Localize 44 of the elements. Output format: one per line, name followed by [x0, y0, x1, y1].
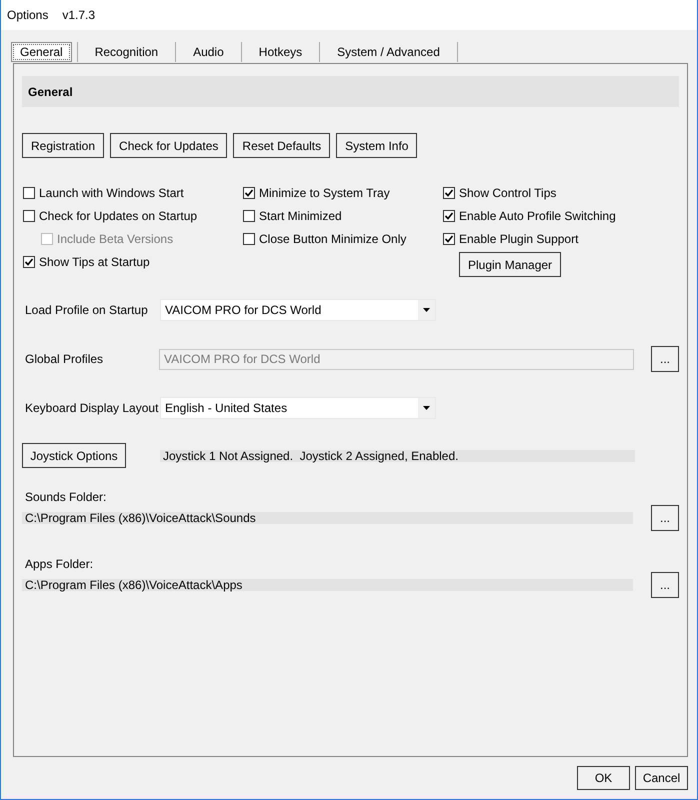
checkmark-icon: [244, 188, 254, 198]
dropdown[interactable]: English - United States: [160, 397, 436, 419]
folder-path: C:\Program Files (x86)\VoiceAttack\Sounds: [22, 512, 633, 524]
checkbox[interactable]: Check for Updates on Startup: [23, 206, 198, 224]
checkbox[interactable]: Start Minimized: [243, 206, 342, 224]
checkbox[interactable]: Show Tips at Startup: [23, 252, 150, 270]
version-label: v1.7.3: [62, 7, 96, 24]
setting-label: Keyboard Display Layout: [25, 400, 160, 417]
action-button[interactable]: Registration: [22, 133, 104, 158]
window-title: Options: [7, 7, 48, 24]
checkmark-icon: [24, 256, 34, 266]
browse-button[interactable]: ...: [651, 505, 679, 531]
dialog-button[interactable]: OK: [577, 766, 630, 790]
checkmark-icon: [444, 210, 454, 220]
checkmark-icon: [444, 234, 454, 244]
checkmark-icon: [444, 188, 454, 198]
browse-button[interactable]: ...: [651, 572, 679, 598]
folder-label: Sounds Folder:: [24, 490, 108, 504]
checkbox[interactable]: Enable Plugin Support: [443, 230, 578, 248]
checkbox[interactable]: Minimize to System Tray: [243, 184, 390, 202]
setting-label: Load Profile on Startup: [25, 302, 149, 319]
action-button[interactable]: System Info: [336, 133, 418, 158]
dropdown-arrow-icon: [423, 308, 430, 312]
dropdown[interactable]: VAICOM PRO for DCS World: [160, 299, 436, 321]
checkbox[interactable]: Launch with Windows Start: [23, 184, 184, 202]
tab[interactable]: System / Advanced: [329, 42, 448, 62]
tab[interactable]: Audio: [185, 42, 232, 62]
checkbox[interactable]: Close Button Minimize Only: [243, 230, 406, 248]
status-text: Joystick 1 Not Assigned. Joystick 2 Assigned, Enabled.: [160, 450, 635, 462]
dialog-button[interactable]: Cancel: [635, 766, 688, 790]
folder-path: C:\Program Files (x86)\VoiceAttack\Apps: [22, 579, 633, 591]
tab[interactable]: Hotkeys: [250, 42, 310, 62]
action-button[interactable]: Reset Defaults: [233, 133, 330, 158]
tab[interactable]: General: [11, 42, 72, 62]
tab[interactable]: Recognition: [86, 42, 166, 62]
action-button[interactable]: Check for Updates: [110, 133, 228, 158]
checkbox[interactable]: Enable Auto Profile Switching: [443, 206, 616, 224]
folder-label: Apps Folder:: [24, 557, 94, 571]
checkbox[interactable]: Show Control Tips: [443, 184, 556, 202]
plugin-manager-button[interactable]: Plugin Manager: [459, 252, 562, 277]
joystick-options-button[interactable]: Joystick Options: [22, 443, 126, 468]
setting-label: Global Profiles: [25, 351, 104, 368]
section-title: General: [28, 84, 73, 100]
dropdown-arrow-icon: [423, 406, 430, 410]
